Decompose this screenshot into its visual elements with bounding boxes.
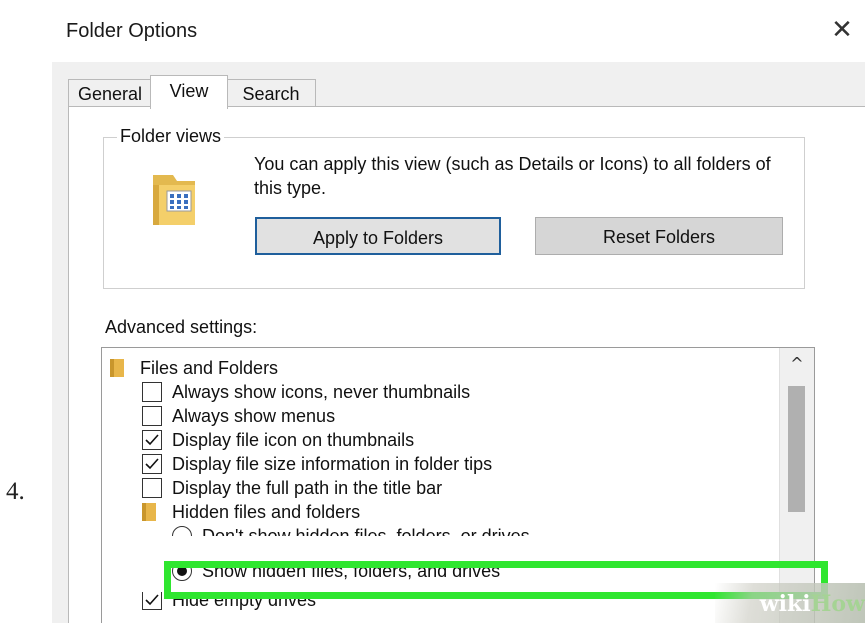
option-label: Always show icons, never thumbnails bbox=[172, 382, 471, 402]
folder-grid-icon bbox=[149, 169, 201, 227]
view-tab-panel: Folder views You can apply this view (su… bbox=[68, 106, 865, 623]
option-display-full-path[interactable]: Display the full path in the title bar bbox=[142, 476, 762, 500]
option-label: Display file icon on thumbnails bbox=[172, 430, 415, 450]
folder-icon bbox=[110, 359, 124, 383]
watermark-how: How bbox=[810, 591, 865, 617]
option-always-show-icons[interactable]: Always show icons, never thumbnails bbox=[142, 380, 762, 404]
reset-folders-button[interactable]: Reset Folders bbox=[535, 217, 783, 255]
step-number: 4. bbox=[6, 478, 25, 505]
tab-view[interactable]: View bbox=[150, 75, 228, 109]
checkbox[interactable] bbox=[142, 478, 162, 498]
folder-options-dialog: Folder Options ✕ General View Search Fol… bbox=[52, 0, 865, 623]
watermark-wiki: wiki bbox=[759, 591, 811, 617]
tab-general[interactable]: General bbox=[68, 79, 152, 108]
radio-button[interactable] bbox=[172, 526, 192, 536]
option-always-show-menus[interactable]: Always show menus bbox=[142, 404, 762, 428]
option-display-file-size[interactable]: Display file size information in folder … bbox=[142, 452, 762, 476]
tab-search[interactable]: Search bbox=[226, 79, 316, 108]
option-label: Always show menus bbox=[172, 406, 336, 426]
tree-item-label: Hidden files and folders bbox=[172, 502, 361, 522]
apply-to-folders-button[interactable]: Apply to Folders bbox=[255, 217, 501, 255]
check-icon bbox=[145, 458, 159, 470]
checkbox-checked[interactable] bbox=[142, 430, 162, 450]
folder-views-label: Folder views bbox=[117, 126, 225, 147]
scroll-up-arrow-icon[interactable]: ^ bbox=[780, 354, 814, 378]
scroll-thumb[interactable] bbox=[788, 386, 805, 512]
tree-item-label: Files and Folders bbox=[140, 358, 279, 378]
check-icon bbox=[145, 434, 159, 446]
wikihow-watermark: wikiHow bbox=[715, 583, 865, 623]
folder-icon bbox=[142, 503, 156, 527]
checkbox-checked[interactable] bbox=[142, 454, 162, 474]
advanced-settings-label: Advanced settings: bbox=[105, 317, 258, 337]
option-dont-show-hidden[interactable]: Don't show hidden files, folders, or dri… bbox=[172, 524, 762, 546]
folder-views-description: You can apply this view (such as Details… bbox=[254, 154, 771, 198]
close-button[interactable]: ✕ bbox=[819, 10, 865, 50]
checkbox[interactable] bbox=[142, 406, 162, 426]
option-label: Display file size information in folder … bbox=[172, 454, 493, 474]
window-title: Folder Options bbox=[66, 20, 198, 42]
check-icon bbox=[145, 594, 159, 606]
option-label: Display the full path in the title bar bbox=[172, 478, 443, 498]
checkbox-checked[interactable] bbox=[142, 592, 162, 610]
checkbox[interactable] bbox=[142, 382, 162, 402]
option-display-file-icon[interactable]: Display file icon on thumbnails bbox=[142, 428, 762, 452]
tree-folder-files-and-folders[interactable]: Files and Folders bbox=[110, 356, 770, 380]
option-label: Don't show hidden files, folders, or dri… bbox=[202, 526, 530, 546]
tree-folder-hidden-files[interactable]: Hidden files and folders bbox=[142, 500, 762, 524]
title-bar: Folder Options ✕ bbox=[52, 0, 865, 62]
